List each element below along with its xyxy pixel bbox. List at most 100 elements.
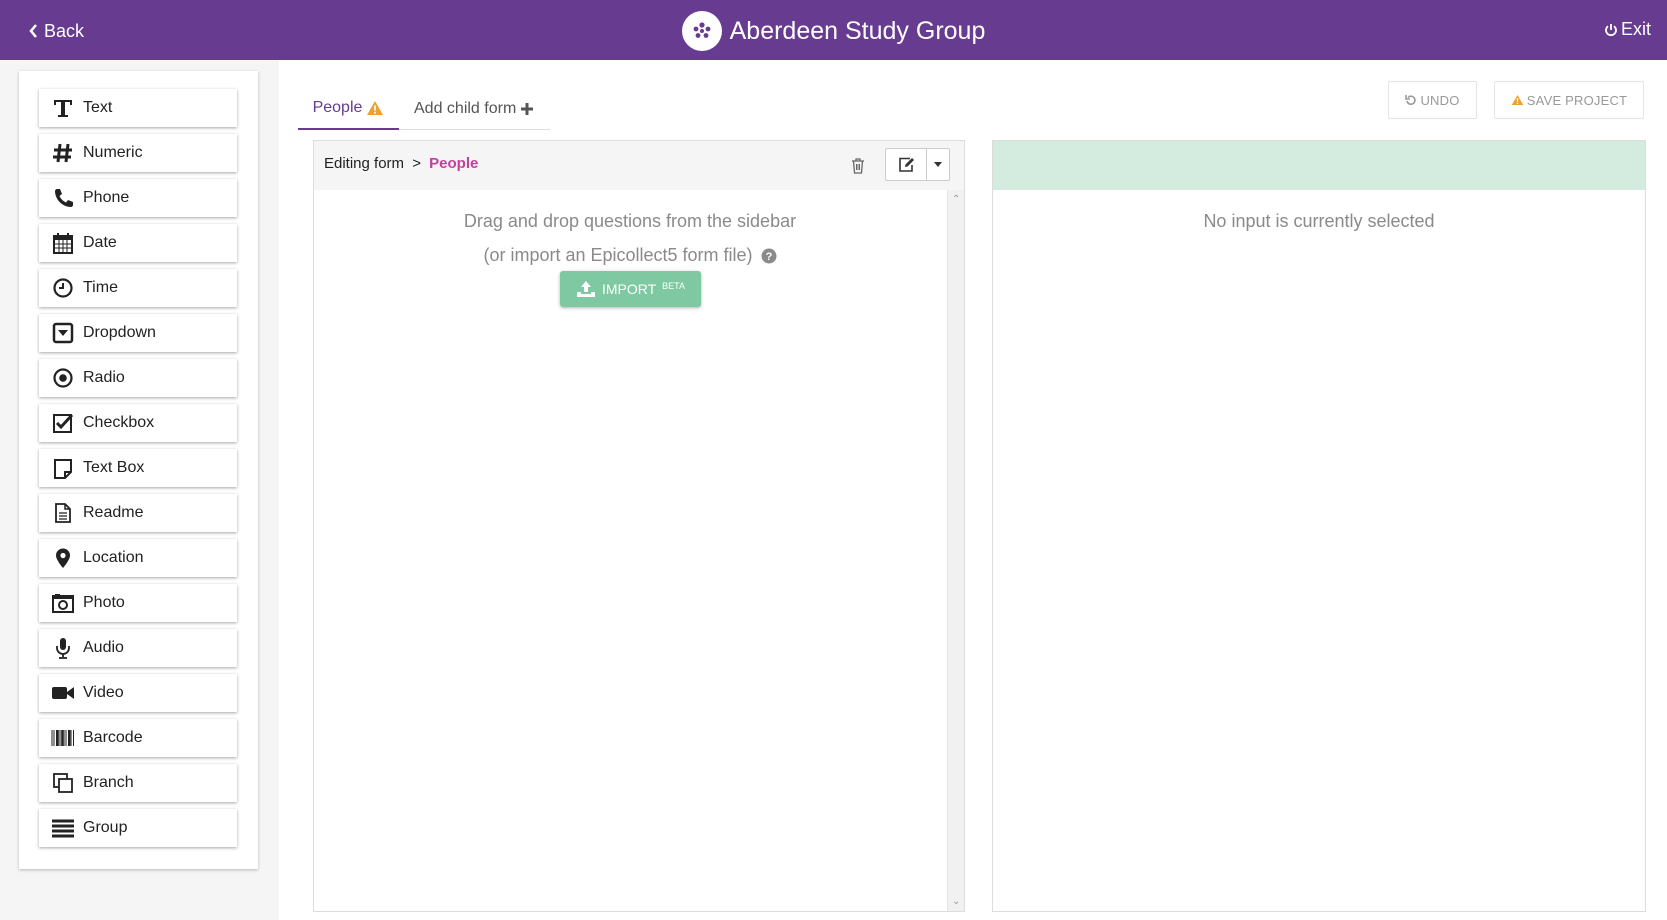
textbox-icon — [51, 456, 75, 480]
sidebar-item-audio[interactable]: Audio — [39, 629, 237, 667]
phone-icon — [51, 186, 75, 210]
breadcrumb: Editing form > People — [324, 155, 478, 172]
edit-form-button[interactable] — [886, 149, 927, 180]
calendar-icon — [51, 231, 75, 255]
sidebar-item-label: Checkbox — [83, 414, 155, 431]
branch-icon — [51, 771, 75, 795]
question-types-sidebar: Text Numeric Phone Date Time Dropdown Ra… — [19, 71, 258, 869]
exit-label: Exit — [1620, 19, 1651, 39]
sidebar-item-label: Radio — [83, 369, 125, 386]
sidebar-item-label: Text — [83, 99, 113, 116]
breadcrumb-separator: > — [412, 155, 421, 172]
app-title: Aberdeen Study Group — [729, 16, 986, 45]
tab-label: Add child form — [414, 99, 517, 117]
sidebar-item-text-box[interactable]: Text Box — [39, 449, 237, 487]
sidebar-item-label: Time — [83, 279, 118, 296]
import-hint-text: (or import an Epicollect5 form file) — [483, 245, 753, 265]
plus-icon — [521, 102, 534, 115]
tab-people[interactable]: People — [298, 88, 399, 130]
sidebar-item-label: Branch — [83, 774, 134, 791]
scroll-up-icon[interactable]: ⌃ — [952, 194, 960, 205]
import-form-button[interactable]: IMPORT BETA — [560, 271, 701, 307]
undo-label: UNDO — [1420, 92, 1460, 108]
sidebar-item-text[interactable]: Text — [39, 89, 237, 127]
sidebar-item-label: Audio — [83, 639, 124, 656]
sidebar-item-phone[interactable]: Phone — [39, 179, 237, 217]
sidebar-item-branch[interactable]: Branch — [39, 764, 237, 802]
import-label: IMPORT — [601, 281, 657, 297]
help-icon[interactable]: ? — [761, 248, 777, 264]
empty-form-instruction: Drag and drop questions from the sidebar — [463, 211, 797, 231]
input-properties-panel: No input is currently selected — [992, 140, 1646, 912]
trash-icon — [852, 158, 864, 174]
sidebar-item-label: Date — [83, 234, 117, 251]
radio-icon — [51, 366, 75, 390]
edit-form-dropdown-toggle[interactable] — [927, 149, 949, 180]
form-editor-panel: Editing form > People Drag and drop ques… — [313, 140, 965, 912]
sidebar-item-label: Readme — [83, 504, 144, 521]
sidebar-item-label: Video — [83, 684, 124, 701]
upload-icon — [576, 281, 595, 297]
sidebar-item-checkbox[interactable]: Checkbox — [39, 404, 237, 442]
tab-label: People — [312, 99, 363, 116]
microphone-icon — [51, 636, 75, 660]
sidebar-item-label: Photo — [83, 594, 125, 611]
sidebar-item-label: Text Box — [83, 459, 145, 476]
scroll-down-icon[interactable]: ⌄ — [952, 896, 960, 907]
power-icon — [1605, 23, 1617, 36]
warning-icon — [367, 101, 384, 115]
edit-form-button-group — [885, 148, 950, 181]
svg-text:?: ? — [765, 251, 772, 263]
sidebar-item-location[interactable]: Location — [39, 539, 237, 577]
form-tabs: People Add child form — [298, 88, 550, 130]
checkbox-icon — [51, 411, 75, 435]
sidebar-item-dropdown[interactable]: Dropdown — [39, 314, 237, 352]
breadcrumb-form-name: People — [429, 155, 479, 172]
hash-icon — [51, 141, 75, 165]
save-project-button[interactable]: SAVE PROJECT — [1494, 81, 1644, 119]
warning-icon — [1511, 94, 1524, 106]
breadcrumb-prefix: Editing form — [324, 155, 405, 172]
exit-button[interactable]: Exit — [1604, 19, 1651, 40]
sidebar-item-video[interactable]: Video — [39, 674, 237, 712]
group-icon — [51, 816, 75, 840]
dropdown-icon — [51, 321, 75, 345]
sidebar-item-readme[interactable]: Readme — [39, 494, 237, 532]
camera-icon — [51, 591, 75, 615]
clock-icon — [51, 276, 75, 300]
form-editor-header: Editing form > People — [314, 141, 964, 190]
undo-icon — [1405, 95, 1417, 105]
sidebar-item-label: Dropdown — [83, 324, 156, 341]
sidebar-item-label: Group — [83, 819, 128, 836]
sidebar-item-label: Phone — [83, 189, 130, 206]
sidebar-item-barcode[interactable]: Barcode — [39, 719, 237, 757]
sidebar-item-group[interactable]: Group — [39, 809, 237, 847]
undo-button[interactable]: UNDO — [1388, 81, 1477, 119]
form-scrollbar[interactable]: ⌃ ⌄ — [947, 190, 964, 911]
text-icon — [51, 96, 75, 120]
sidebar-item-label: Barcode — [83, 729, 143, 746]
delete-form-button[interactable] — [842, 151, 874, 181]
tab-add-child-form[interactable]: Add child form — [414, 88, 534, 129]
video-camera-icon — [51, 681, 75, 705]
edit-icon — [898, 157, 914, 172]
import-hint: (or import an Epicollect5 form file) ? — [314, 245, 946, 266]
no-input-message: No input is currently selected — [1203, 211, 1435, 231]
caret-down-icon — [934, 162, 942, 167]
sidebar-item-time[interactable]: Time — [39, 269, 237, 307]
barcode-icon — [51, 726, 75, 750]
import-beta-badge: BETA — [662, 281, 686, 291]
sidebar-item-numeric[interactable]: Numeric — [39, 134, 237, 172]
top-bar: Back Aberdeen Study Group Exit — [0, 0, 1667, 60]
location-pin-icon — [51, 546, 75, 570]
sidebar-item-radio[interactable]: Radio — [39, 359, 237, 397]
sidebar-item-label: Numeric — [83, 144, 143, 161]
properties-header — [993, 141, 1645, 190]
sidebar-item-date[interactable]: Date — [39, 224, 237, 262]
app-header: Aberdeen Study Group — [0, 11, 1667, 51]
document-icon — [51, 501, 75, 525]
sidebar-item-label: Location — [83, 549, 144, 566]
save-project-label: SAVE PROJECT — [1526, 92, 1628, 108]
app-logo-icon — [681, 11, 722, 51]
sidebar-item-photo[interactable]: Photo — [39, 584, 237, 622]
